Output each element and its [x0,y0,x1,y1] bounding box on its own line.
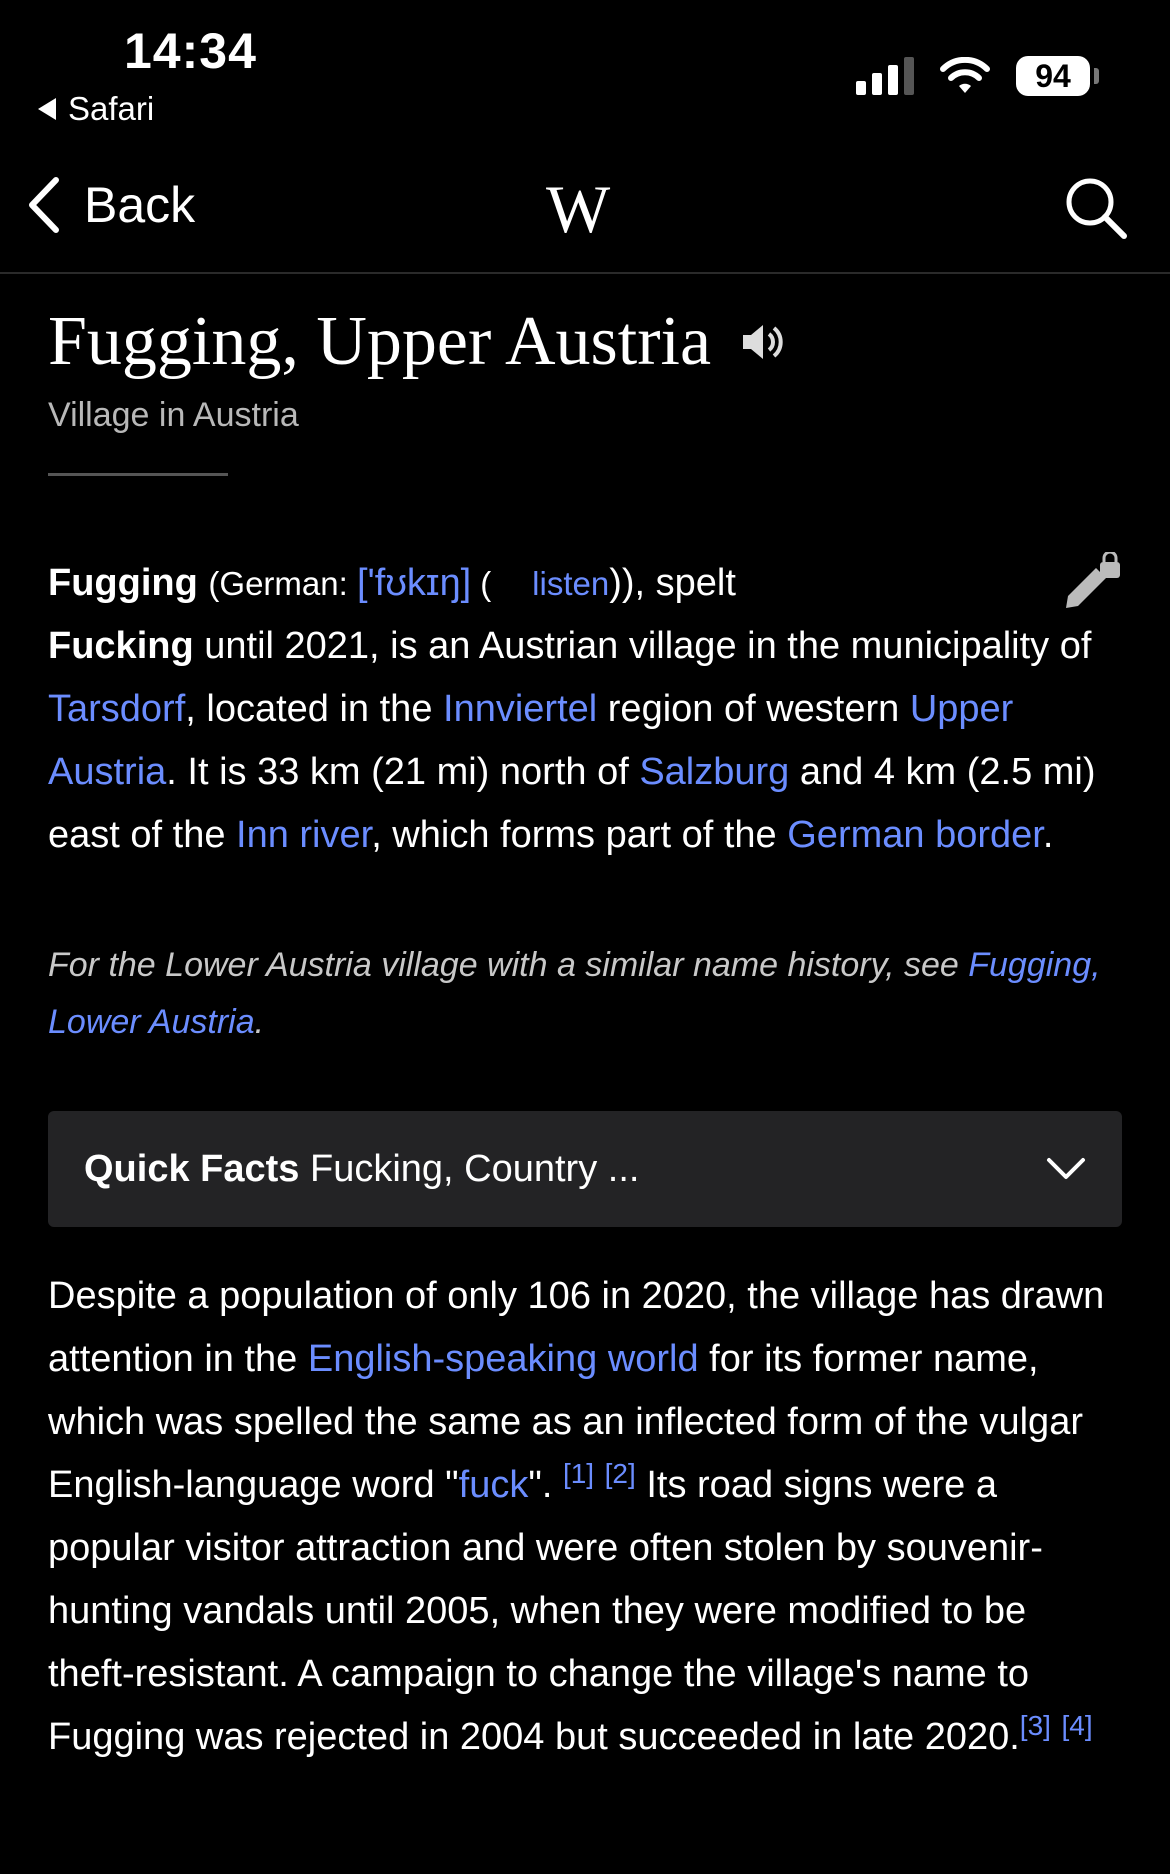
back-button[interactable]: Back [26,176,195,234]
link-german-border[interactable]: German border [787,814,1043,856]
intro-paragraph: Fugging (German: ['fʊkɪŋ] ( listen)), sp… [48,552,1122,867]
quick-facts-summary: Fucking, Country ... [309,1147,640,1190]
link-inn-river[interactable]: Inn river [236,814,371,856]
system-icons: 94 [856,56,1099,96]
reference-1[interactable]: [1] [563,1458,594,1489]
back-to-safari[interactable]: Safari [38,90,154,128]
article-title: Fugging, Upper Austria [48,303,712,380]
status-time: 14:34 [124,23,257,79]
wikipedia-logo[interactable]: W [546,170,610,249]
battery-icon: 94 [1016,56,1099,96]
back-triangle-icon [38,98,56,120]
listen-link[interactable]: listen [532,565,609,602]
ipa-link[interactable]: ['fʊkɪŋ] [357,562,471,604]
body-text-4: Its road signs were a popular visitor at… [48,1464,1043,1758]
hatnote: For the Lower Austria village with a sim… [48,937,1122,1051]
link-fuck[interactable]: fuck [459,1464,529,1506]
german-prefix: (German: [208,565,357,602]
intro-text-6: , which forms part of the [371,814,788,856]
chevron-down-icon [1047,1158,1085,1179]
speaker-icon[interactable] [741,322,783,362]
quick-facts-label: Quick Facts [84,1147,300,1190]
cellular-signal-icon [856,57,914,95]
navigation-bar: Back W [0,150,1170,274]
body-paragraph: Despite a population of only 106 in 2020… [48,1265,1122,1769]
intro-text-3: region of western [597,688,910,730]
intro-text-7: . [1042,814,1054,856]
back-label: Back [84,177,196,233]
article-subtitle: Village in Austria [48,396,299,434]
intro-former-name: Fucking [48,625,194,667]
reference-2[interactable]: [2] [605,1458,636,1489]
title-divider [48,473,228,476]
intro-text-1: until 2021, is an Austrian village in th… [193,625,1092,667]
listen-close: )), spelt [609,562,736,604]
intro-name: Fugging [48,562,198,604]
intro-text-2: , located in the [185,688,444,730]
reference-4[interactable]: [4] [1062,1710,1093,1741]
chevron-left-icon [29,177,59,233]
wifi-icon [940,57,990,93]
quick-facts-toggle[interactable]: Quick Facts Fucking, Country ... [48,1111,1122,1227]
link-innviertel[interactable]: Innviertel [443,688,597,730]
reference-3[interactable]: [3] [1020,1710,1051,1741]
back-app-label: Safari [68,90,155,127]
intro-text-4: . It is 33 km (21 mi) north of [166,751,640,793]
link-english-speaking-world[interactable]: English-speaking world [308,1338,699,1380]
listen-open: ( [471,565,501,602]
edit-locked-icon[interactable] [1062,552,1122,612]
link-salzburg[interactable]: Salzburg [639,751,789,793]
link-tarsdorf[interactable]: Tarsdorf [48,688,185,730]
search-button[interactable] [1064,176,1128,245]
hatnote-end: . [254,1003,265,1041]
battery-level: 94 [1035,57,1071,94]
body-text-3: ". [528,1464,563,1506]
search-icon [1066,178,1127,239]
status-bar: 14:34 Safari 94 [0,0,1170,140]
hatnote-text: For the Lower Austria village with a sim… [48,946,969,984]
article-content: Fugging, Upper Austria Village in Austri… [48,300,1122,1769]
